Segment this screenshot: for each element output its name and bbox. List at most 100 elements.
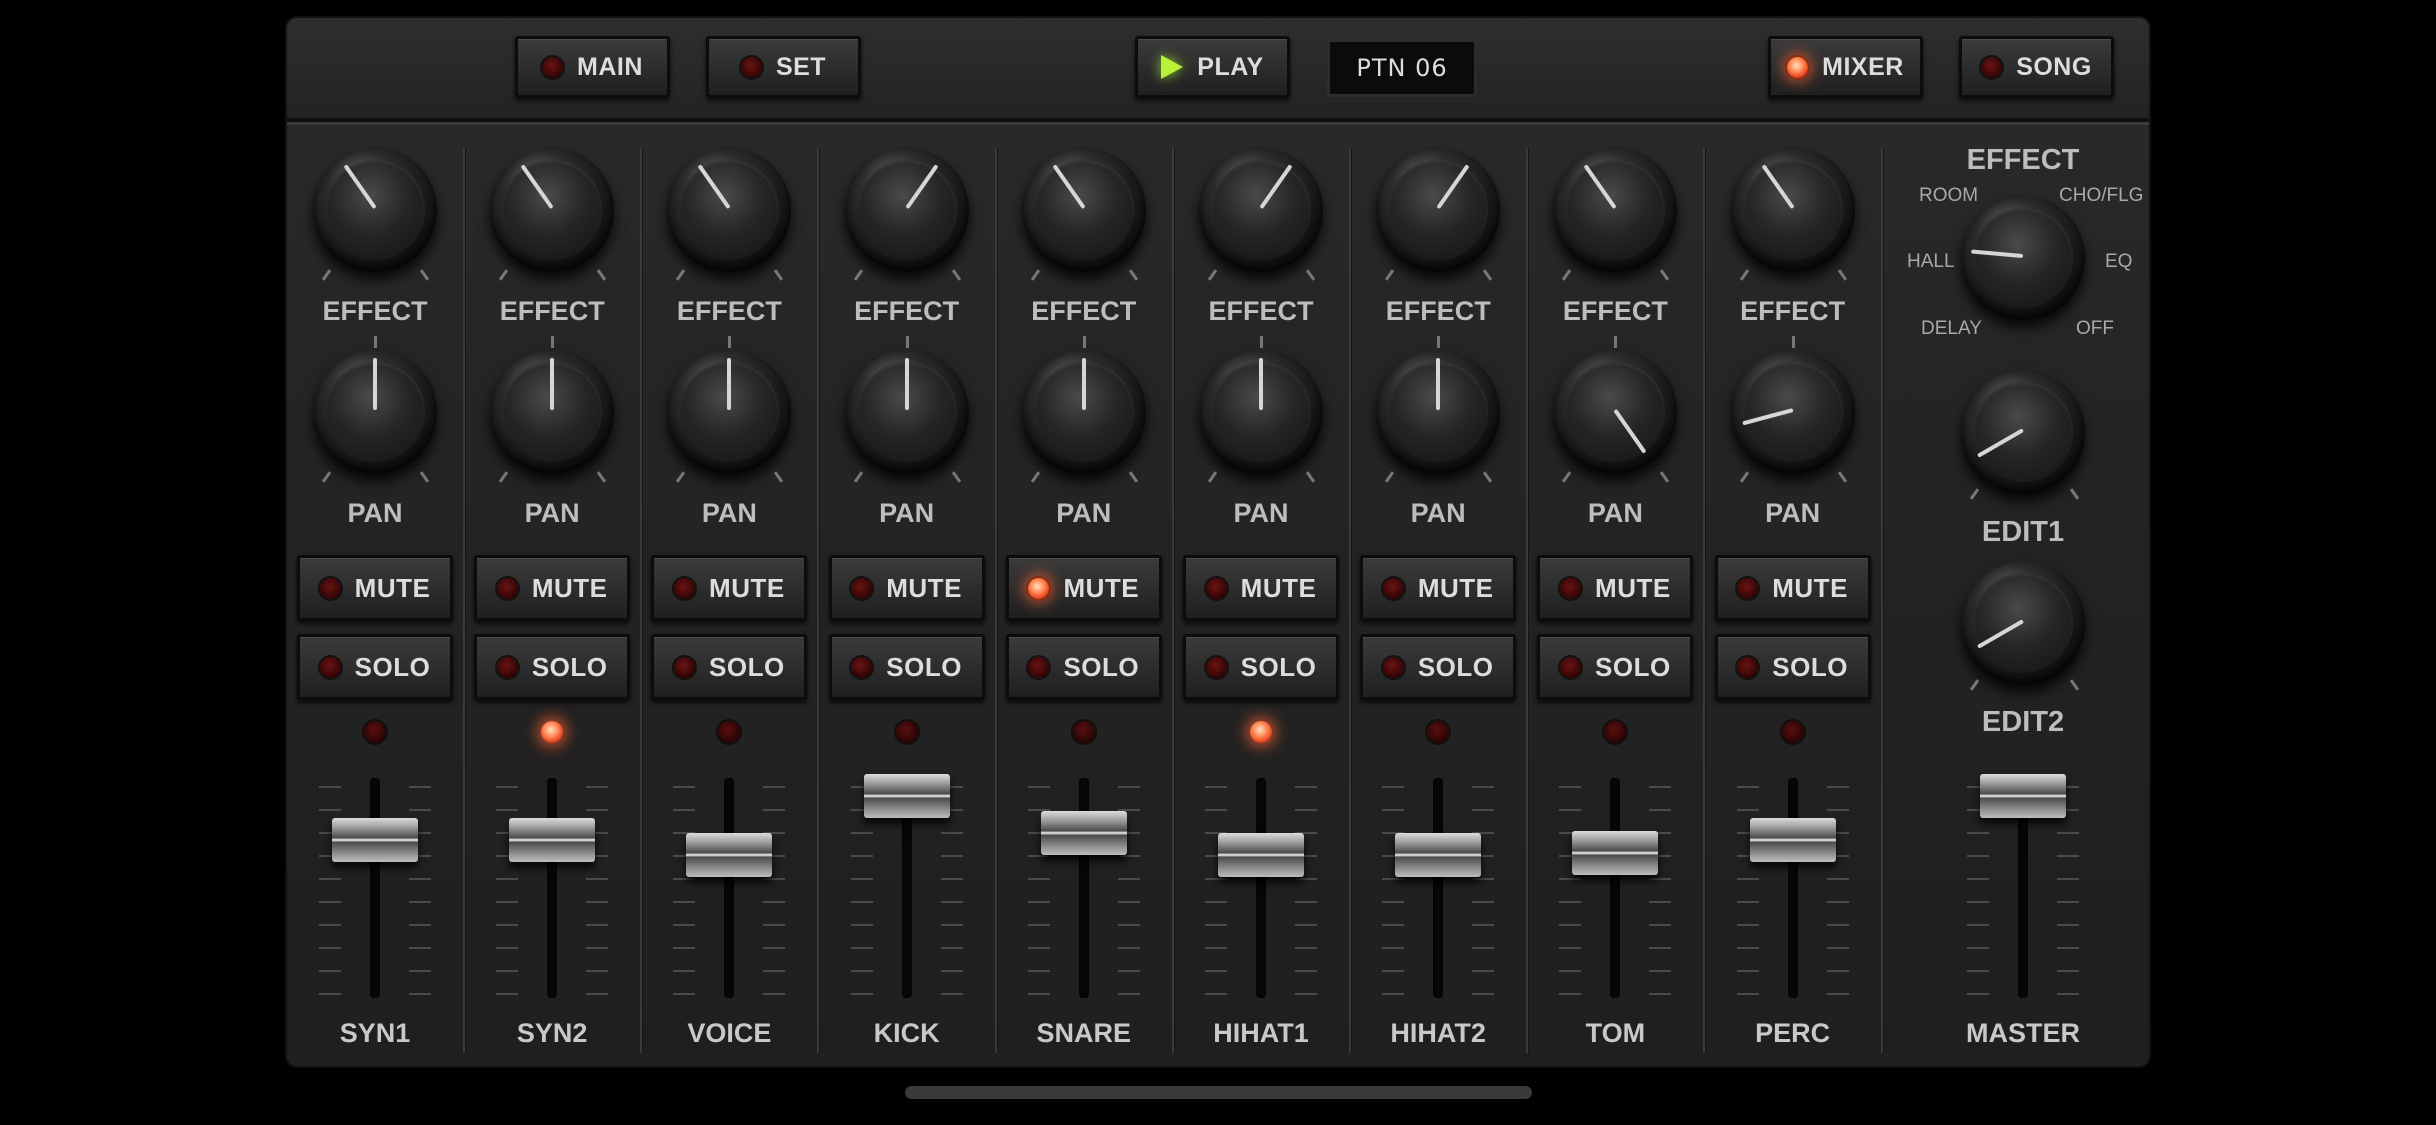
solo-button[interactable]: SOLO [651,634,808,700]
fader-scale-mark [1967,970,1989,972]
knob-tick [597,471,607,483]
mute-button[interactable]: MUTE [297,555,453,621]
effect-label: EFFECT [854,296,960,326]
fader-handle[interactable] [1040,811,1127,855]
knob-tick [1837,269,1847,281]
pan-knob[interactable] [490,350,615,474]
fader-scale-mark [2057,901,2079,903]
mute-led [1560,577,1582,599]
fader-handle[interactable] [1572,830,1659,875]
pan-knob[interactable] [1021,350,1146,474]
solo-led [1382,656,1404,678]
effect-label: EFFECT [676,296,782,326]
fader-handle[interactable] [863,773,950,818]
mixer-button[interactable]: MIXER [1768,36,1923,98]
mute-button[interactable]: MUTE [651,555,808,621]
fader-handle[interactable] [686,833,773,877]
solo-button[interactable]: SOLO [1005,634,1162,700]
fader-scale-mark [850,993,873,995]
fader-scale-mark [1736,809,1759,811]
knob-pointer [1741,408,1794,426]
fader-scale-mark [1736,786,1759,788]
solo-button[interactable]: SOLO [1537,634,1694,700]
fader-scale-mark [496,901,519,903]
pan-knob[interactable] [667,350,792,474]
song-button[interactable]: SONG [1959,36,2114,98]
mute-button[interactable]: MUTE [1360,555,1517,621]
mute-button[interactable]: MUTE [828,555,985,621]
knob-tick [676,471,686,483]
mute-button[interactable]: MUTE [1183,555,1339,621]
channel-divider [817,148,820,1053]
effect-knob[interactable] [1376,148,1501,272]
fader-scale-mark [1559,970,1582,972]
effect-knob[interactable] [313,148,437,272]
fader-scale-mark [1382,993,1405,995]
play-button[interactable]: PLAY [1135,36,1290,98]
fader-handle[interactable] [509,817,596,862]
fader-scale-mark [319,924,341,926]
mute-button[interactable]: MUTE [1537,555,1694,621]
fader-scale-mark [1205,786,1227,788]
fader-handle[interactable] [1749,817,1836,862]
knob-tick [905,336,909,348]
solo-button[interactable]: SOLO [1714,634,1871,700]
fader-handle[interactable] [1980,773,2066,818]
fader-scale-mark [2057,970,2079,972]
solo-button[interactable]: SOLO [474,634,631,700]
fader-scale-mark [1472,947,1495,949]
set-button[interactable]: SET [706,36,861,98]
edit2-knob[interactable] [1961,561,2085,685]
fader-handle[interactable] [1395,833,1482,877]
pan-knob[interactable] [1376,350,1501,474]
edit1-knob[interactable] [1961,370,2085,494]
fader-scale-mark [496,809,519,811]
fader-scale-mark [1472,970,1495,972]
pan-knob[interactable] [313,350,437,474]
solo-label: SOLO [1772,651,1848,682]
effect-knob[interactable] [667,148,792,272]
knob-tick [1791,336,1795,348]
mute-button[interactable]: MUTE [1005,555,1162,621]
fader-handle[interactable] [332,817,418,862]
solo-button[interactable]: SOLO [1183,634,1339,700]
effect-knob[interactable] [844,148,969,272]
effect-knob[interactable] [1730,148,1855,272]
mute-button[interactable]: MUTE [474,555,631,621]
fader-scale-mark [1559,809,1582,811]
effect-knob[interactable] [490,148,615,272]
pan-knob[interactable] [1553,350,1678,474]
effect-option-delay: DELAY [1921,318,1982,339]
fader-scale-mark [1027,878,1050,880]
solo-button[interactable]: SOLO [828,634,985,700]
fader-scale-mark [1967,878,1989,880]
fader-scale-mark [409,878,431,880]
fader-scale-mark [1826,970,1849,972]
solo-button[interactable]: SOLO [297,634,453,700]
fader-scale-mark [673,993,696,995]
fader-scale-mark [1649,809,1672,811]
fader-scale-mark [319,809,341,811]
fader-scale-mark [2057,832,2079,834]
main-button[interactable]: MAIN [515,36,670,98]
fader-scale-mark [1117,993,1140,995]
fader-scale-mark [1967,947,1989,949]
pan-knob[interactable] [1199,350,1323,474]
set-label: SET [775,52,827,81]
mute-button[interactable]: MUTE [1714,555,1871,621]
pan-knob[interactable] [844,350,969,474]
effect-knob[interactable] [1021,148,1146,272]
home-indicator[interactable] [905,1086,1532,1099]
fader-scale-mark [1736,993,1759,995]
effect-knob[interactable] [1199,148,1323,272]
knob-tick [1739,269,1749,281]
fader-scale-mark [409,924,431,926]
pan-knob[interactable] [1730,350,1855,474]
fader-handle[interactable] [1218,833,1304,877]
master-effect-knob[interactable] [1961,196,2085,320]
fader-scale-mark [319,901,341,903]
channel-name: SYN2 [516,1018,588,1048]
solo-button[interactable]: SOLO [1360,634,1517,700]
effect-knob[interactable] [1553,148,1678,272]
knob-tick [499,471,509,483]
